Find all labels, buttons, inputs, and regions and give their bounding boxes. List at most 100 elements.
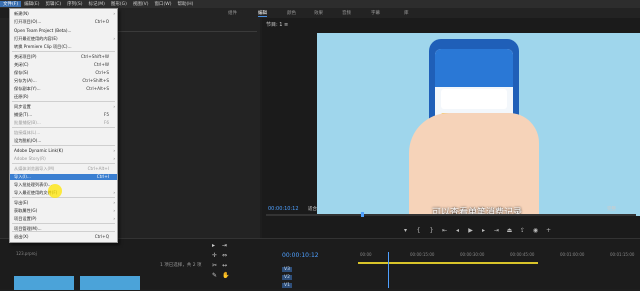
menu-separator bbox=[12, 197, 115, 198]
timeline-ruler[interactable]: 00:00 00:00:15:00 00:00:30:00 00:00:45:00 00… bbox=[358, 252, 640, 260]
rate-stretch-icon[interactable]: ⇔ bbox=[222, 252, 227, 259]
menu-item-label: 关闭(C) bbox=[14, 62, 29, 67]
file-menu-item[interactable]: 保存副本(Y)... Ctrl+Alt+S bbox=[10, 86, 117, 92]
track-label[interactable]: V2 bbox=[282, 275, 292, 280]
workspace-tab[interactable]: 颜色 bbox=[287, 10, 296, 16]
workspace-tab[interactable]: 字幕 bbox=[371, 10, 380, 16]
workspace-tab[interactable]: 组件 bbox=[228, 10, 237, 16]
file-menu-item[interactable]: 批量捕捉(B)... F6 bbox=[10, 120, 117, 126]
menu-1[interactable]: 编辑(E) bbox=[21, 1, 42, 7]
menu-4[interactable]: 标记(M) bbox=[86, 1, 108, 7]
file-menu-item[interactable]: 导出(E) › bbox=[10, 200, 117, 206]
menu-item-label: 转换 Premiere Clip 项目(C)... bbox=[14, 44, 72, 49]
menu-5[interactable]: 图形(G) bbox=[108, 1, 130, 7]
menu-item-label: 设为脱机(O)... bbox=[14, 138, 42, 143]
workspace-tab[interactable]: 库 bbox=[404, 10, 409, 16]
ruler-label: 00:01:00:00 bbox=[560, 252, 585, 257]
file-menu-item[interactable]: 另存为(A)... Ctrl+Shift+S bbox=[10, 78, 117, 84]
menu-separator bbox=[12, 51, 115, 52]
file-menu-item[interactable]: 退出(X) Ctrl+Q bbox=[10, 234, 117, 240]
go-to-in-icon[interactable]: ⇤ bbox=[441, 227, 448, 234]
workspace-tab[interactable]: 音频 bbox=[342, 10, 351, 16]
file-menu-item[interactable]: Adobe Dynamic Link(K) › bbox=[10, 148, 117, 154]
pen-icon[interactable]: ✎ bbox=[212, 272, 217, 279]
playhead-icon[interactable] bbox=[361, 212, 364, 217]
menu-item-shortcut: Ctrl+S bbox=[95, 70, 109, 75]
file-menu-item[interactable]: 导入批处理列表(I)... bbox=[10, 182, 117, 188]
extract-icon[interactable]: ⇪ bbox=[519, 227, 526, 234]
file-menu-item[interactable]: 保存(S) Ctrl+S bbox=[10, 70, 117, 76]
menu-2[interactable]: 剪辑(C) bbox=[42, 1, 64, 7]
file-menu-item[interactable]: Adobe Story(R) › bbox=[10, 156, 117, 162]
export-frame-icon[interactable]: ◉ bbox=[532, 227, 539, 234]
file-menu-item[interactable]: 链接媒体(L)... bbox=[10, 130, 117, 136]
menu-item-label: 同步设置 bbox=[14, 104, 31, 109]
marker-icon[interactable]: ▾ bbox=[402, 227, 409, 234]
menu-3[interactable]: 序列(S) bbox=[64, 1, 85, 7]
file-menu-item[interactable]: 导入(I)... Ctrl+I bbox=[10, 174, 117, 180]
track-label[interactable]: V1 bbox=[282, 283, 292, 288]
workspace-tab[interactable]: 编辑 bbox=[258, 10, 267, 17]
menu-separator bbox=[12, 163, 115, 164]
play-icon[interactable]: ▶ bbox=[467, 227, 474, 234]
fit-dropdown[interactable]: 适合 bbox=[308, 206, 317, 212]
menu-0[interactable]: 文件(F) bbox=[0, 1, 22, 7]
lift-icon[interactable]: ⏏ bbox=[506, 227, 513, 234]
hand-tool-icon[interactable]: ✋ bbox=[222, 272, 229, 279]
file-menu-item[interactable]: 新建(N) › bbox=[10, 11, 117, 17]
menu-item-label: 导出(E) bbox=[14, 200, 29, 205]
timeline-playhead[interactable] bbox=[388, 252, 389, 288]
menu-separator bbox=[12, 127, 115, 128]
menu-item-label: Adobe Dynamic Link(K) bbox=[14, 148, 63, 153]
menu-item-shortcut: Ctrl+Alt+I bbox=[87, 166, 109, 171]
file-menu-item[interactable]: 项目管理(M)... bbox=[10, 226, 117, 232]
file-menu-item[interactable]: 还原(R) bbox=[10, 94, 117, 100]
track-header[interactable]: V1 bbox=[280, 282, 358, 291]
file-menu-item[interactable]: 捕捉(T)... F5 bbox=[10, 112, 117, 118]
in-point-icon[interactable]: { bbox=[415, 227, 422, 234]
file-menu-item[interactable]: 项目设置(P) › bbox=[10, 216, 117, 222]
ruler-label: 00:00 bbox=[360, 252, 372, 257]
add-button-icon[interactable]: + bbox=[545, 227, 552, 234]
razor-icon[interactable]: ✂ bbox=[212, 262, 217, 269]
quality-dropdown[interactable]: 完整 bbox=[607, 206, 616, 212]
file-menu-item[interactable]: 从媒体浏览器导入(M) Ctrl+Alt+I bbox=[10, 166, 117, 172]
timeline-timecode[interactable]: 00:00:10:12 bbox=[282, 252, 319, 259]
file-menu-item[interactable]: 打开项目(O)... Ctrl+O bbox=[10, 19, 117, 25]
ripple-edit-icon[interactable]: ✛ bbox=[212, 252, 217, 259]
work-area-bar[interactable] bbox=[358, 262, 538, 264]
program-monitor-title[interactable]: 节目: 1 ≡ bbox=[266, 21, 288, 28]
file-menu-item[interactable]: 打开最近使用的内容(E) › bbox=[10, 36, 117, 42]
menu-item-shortcut: Ctrl+W bbox=[93, 62, 109, 67]
file-menu-item[interactable]: 获取属性(G) › bbox=[10, 208, 117, 214]
transport-controls: ▾ { } ⇤ ◂ ▶ ▸ ⇥ ⏏ ⇪ ◉ + bbox=[402, 227, 552, 234]
menu-6[interactable]: 视图(V) bbox=[130, 1, 152, 7]
go-to-out-icon[interactable]: ⇥ bbox=[493, 227, 500, 234]
menu-item-label: 项目设置(P) bbox=[14, 216, 37, 221]
menu-7[interactable]: 窗口(W) bbox=[152, 1, 175, 7]
menu-item-label: 另存为(A)... bbox=[14, 78, 37, 83]
menu-item-shortcut: Ctrl+Q bbox=[94, 234, 109, 239]
file-menu-item[interactable]: Open Team Project (Beta)... bbox=[10, 28, 117, 34]
step-forward-icon[interactable]: ▸ bbox=[480, 227, 487, 234]
selection-tool-icon[interactable]: ▸ bbox=[212, 242, 215, 249]
out-point-icon[interactable]: } bbox=[428, 227, 435, 234]
file-menu-item[interactable]: 关闭项目(P) Ctrl+Shift+W bbox=[10, 54, 117, 60]
monitor-timecode[interactable]: 00:00:10:12 bbox=[268, 206, 299, 212]
submenu-arrow-icon: › bbox=[113, 156, 115, 161]
track-select-icon[interactable]: ⇥ bbox=[222, 242, 227, 249]
file-menu-item[interactable]: 导入最近使用的文件(F) › bbox=[10, 190, 117, 196]
file-menu-item[interactable]: 关闭(C) Ctrl+W bbox=[10, 62, 117, 68]
menu-item-label: 批量捕捉(B)... bbox=[14, 120, 41, 125]
menu-8[interactable]: 帮助(H) bbox=[174, 1, 196, 7]
file-menu-item[interactable]: 设为脱机(O)... bbox=[10, 138, 117, 144]
slip-icon[interactable]: ↔ bbox=[222, 262, 227, 269]
file-menu-item[interactable]: 同步设置 › bbox=[10, 104, 117, 110]
step-back-icon[interactable]: ◂ bbox=[454, 227, 461, 234]
menu-item-label: 导入批处理列表(I)... bbox=[14, 182, 52, 187]
workspace-tab[interactable]: 效果 bbox=[314, 10, 323, 16]
track-label[interactable]: V3 bbox=[282, 267, 292, 272]
monitor-scrubber[interactable] bbox=[266, 212, 636, 217]
file-menu-item[interactable]: 转换 Premiere Clip 项目(C)... bbox=[10, 44, 117, 50]
menu-item-shortcut: F5 bbox=[103, 112, 109, 117]
